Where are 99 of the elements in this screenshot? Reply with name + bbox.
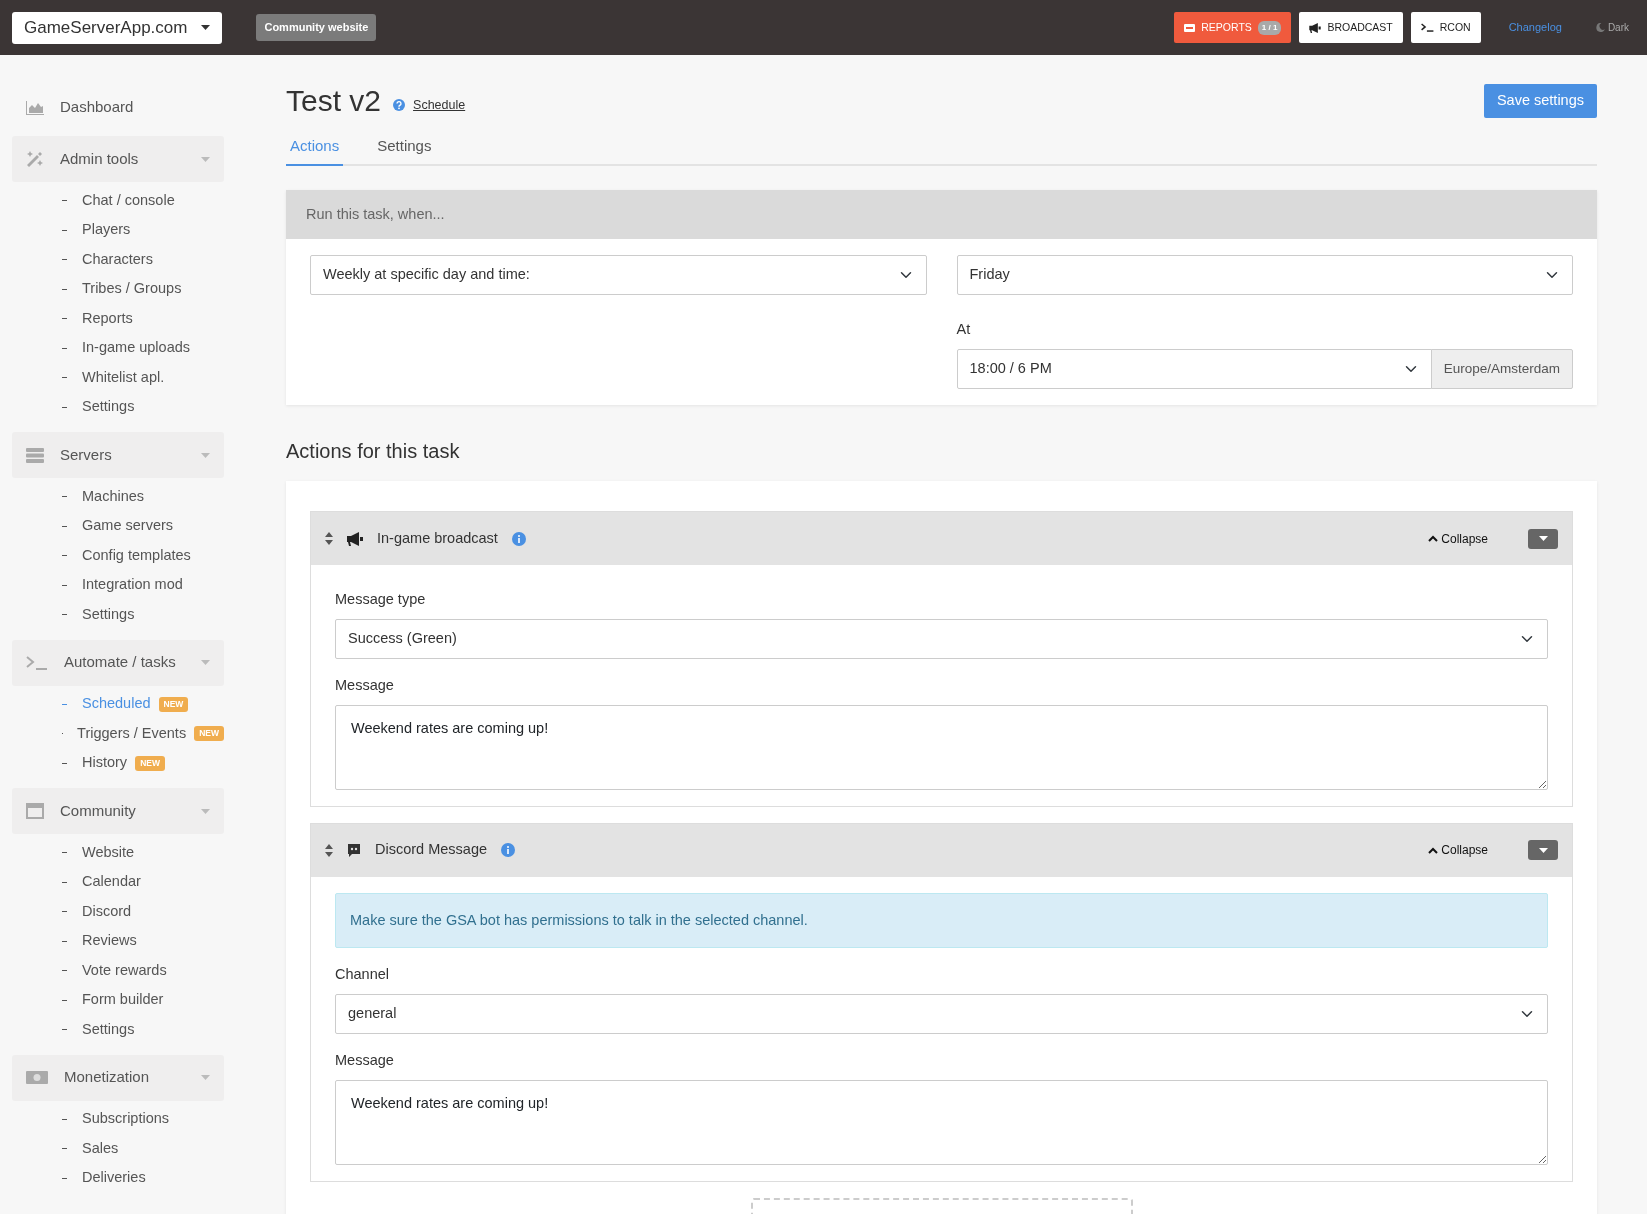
magic-wand-icon [26,150,44,168]
caret-icon [201,808,210,814]
at-label: At [956,320,972,340]
server-icon [26,447,44,463]
megaphone-icon [347,531,363,546]
caret-icon [201,25,211,30]
field-label: Message [335,1051,395,1070]
dark-mode-toggle[interactable]: Dark [1589,19,1635,36]
caret-icon [201,156,210,162]
sidebar-item[interactable]: Deliveries [82,1167,146,1190]
section-heading: Actions for this task [286,439,461,463]
terminal-icon [26,655,48,670]
sidebar-item[interactable]: Machines [82,485,145,508]
sidebar-section[interactable]: Community [12,788,224,834]
sidebar-section[interactable]: Servers [12,432,224,478]
sidebar-item[interactable]: Whitelist apl. [82,366,165,389]
sidebar-item[interactable]: Integration mod [82,574,183,597]
sidebar-item[interactable]: Config templates [82,544,191,567]
message-field[interactable]: Weekend rates are coming up! [335,704,1548,790]
action-title: Discord Message [375,840,487,860]
sidebar-item[interactable]: Subscriptions [82,1108,170,1131]
sidebar-item[interactable]: In-game uploads [82,337,190,360]
select-field[interactable]: Success (Green) [335,618,1548,659]
changelog-link[interactable]: Changelog [1508,19,1562,36]
sidebar-section[interactable]: Admin tools [12,136,224,182]
sidebar-item[interactable]: Settings [82,1018,135,1041]
sidebar-item[interactable]: Game servers [82,515,174,538]
sort-handle-icon[interactable] [325,843,333,857]
new-tag: NEW [158,696,189,712]
report-count: 1 / 1 [1257,20,1282,35]
sidebar-section-label: Automate / tasks [64,652,176,673]
report-icon [1184,23,1196,32]
timezone-addon: Europe/Amsterdam [1430,349,1573,389]
frequency-select[interactable]: Weekly at specific day and time: [310,255,927,296]
caret-icon [1538,536,1548,541]
chevron-up-icon [1428,846,1439,854]
sidebar-section[interactable]: Monetization [12,1054,224,1101]
terminal-icon [1420,23,1434,32]
sidebar-item[interactable]: Tribes / Groups [82,278,182,301]
sidebar-item[interactable]: Calendar [82,871,141,894]
collapse-button[interactable]: Collapse [1422,528,1494,549]
caret-icon [1538,847,1548,853]
community-website-button[interactable]: Community website [256,14,377,41]
action-menu-button[interactable] [1528,528,1558,549]
time-select[interactable]: 18:00 / 6 PM [956,349,1432,389]
window-icon [26,803,44,819]
action-menu-button[interactable] [1528,840,1558,860]
field-label: Message type [335,590,427,609]
page-title: Test v2 [286,83,382,119]
sidebar-section[interactable]: Dashboard [12,85,224,130]
sidebar-section-label: Admin tools [60,148,139,169]
sidebar-item[interactable]: Website [82,841,135,864]
sidebar-section-label: Monetization [64,1067,150,1088]
help-icon[interactable] [393,99,406,111]
field-label: Channel [335,965,390,985]
broadcast-button[interactable]: BROADCAST [1299,12,1403,43]
new-tag: NEW [194,726,224,742]
megaphone-icon [1309,22,1322,33]
info-alert: Make sure the GSA bot has permissions to talk in the selected channel. [335,892,1548,949]
field-label: Message [335,675,395,695]
sidebar-item[interactable]: Reports [82,307,133,330]
collapse-button[interactable]: Collapse [1422,840,1494,860]
sidebar-item[interactable]: Players [82,219,131,242]
sidebar-item[interactable]: Sales [82,1137,119,1160]
site-switcher-dropdown[interactable]: GameServerApp.com [12,11,223,44]
sidebar-item[interactable]: Characters [82,248,153,271]
sidebar-section[interactable]: Automate / tasks [12,639,224,686]
new-tag: NEW [135,755,165,771]
sidebar-section-label: Servers [60,444,112,465]
select-field[interactable]: general [335,994,1548,1034]
chat-bubble-icon [347,843,361,857]
rcon-button[interactable]: RCON [1410,12,1481,43]
message-field[interactable]: Weekend rates are coming up! [335,1079,1548,1165]
sidebar-item[interactable]: Discord [82,900,132,923]
caret-icon [201,660,210,665]
caret-icon [201,452,210,458]
sort-handle-icon[interactable] [325,532,333,545]
tab[interactable]: Settings [373,133,436,166]
sidebar-item[interactable]: Triggers / Events [77,722,187,745]
info-icon[interactable] [511,531,526,546]
sidebar-item[interactable]: Chat / console [82,189,175,212]
action-title: In-game broadcast [377,528,498,548]
sidebar-item[interactable]: Vote rewards [82,959,167,982]
sidebar-item[interactable]: Settings [82,396,135,419]
chevron-up-icon [1428,535,1439,542]
sidebar-item[interactable]: Form builder [82,989,164,1012]
sidebar-item[interactable]: Reviews [82,930,137,953]
sidebar-item[interactable]: History [82,752,128,775]
schedule-link[interactable]: Schedule [413,95,466,115]
chart-icon [26,100,44,115]
info-icon[interactable] [501,843,515,857]
banknote-icon [26,1071,48,1084]
sidebar-section-label: Community [60,800,136,821]
sidebar-section-label: Dashboard [60,97,134,118]
day-select[interactable]: Friday [956,255,1573,296]
sidebar-item[interactable]: Settings [82,603,135,626]
moon-icon [1595,23,1605,32]
caret-icon [201,1075,210,1080]
card-header: Run this task, when... [286,189,1597,240]
